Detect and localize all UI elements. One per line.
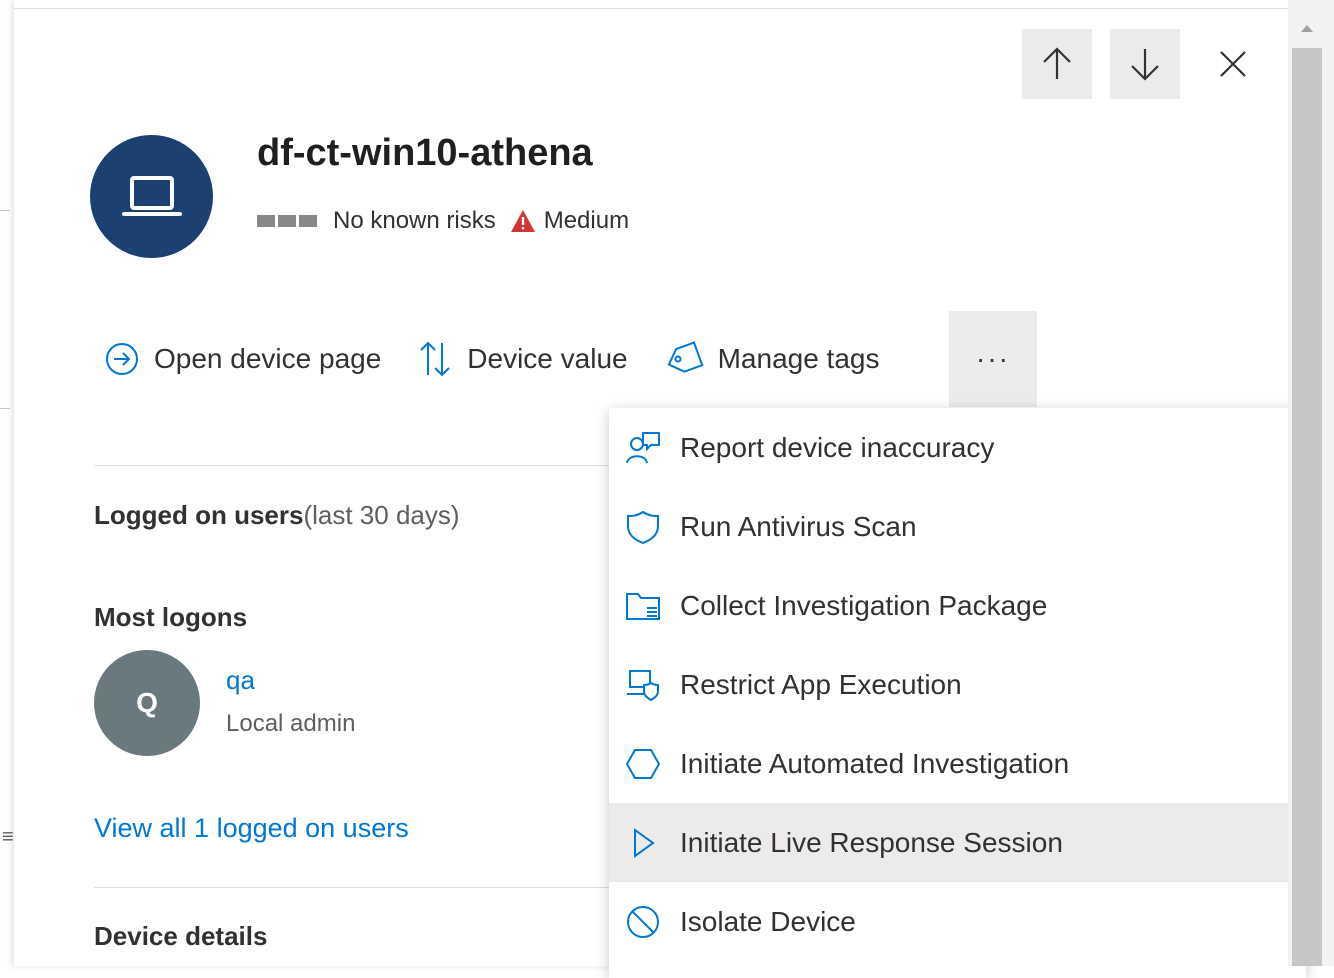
menu-item-label: Initiate Live Response Session xyxy=(680,826,1063,858)
menu-item-run-antivirus-scan[interactable]: Run Antivirus Scan xyxy=(609,487,1306,566)
warning-triangle-icon xyxy=(510,209,536,233)
laptop-icon xyxy=(121,175,182,216)
risk-text: No known risks xyxy=(333,207,496,234)
view-all-logged-on-users-link[interactable]: View all 1 logged on users xyxy=(94,813,409,844)
menu-item-initiate-live-response-session[interactable]: Initiate Live Response Session xyxy=(609,803,1306,882)
manage-tags-button[interactable]: Manage tags xyxy=(664,341,880,377)
device-name-title: df-ct-win10-athena xyxy=(257,132,593,174)
open-device-page-button[interactable]: Open device page xyxy=(104,341,381,377)
close-icon xyxy=(1220,51,1246,77)
arrow-up-icon xyxy=(1043,47,1071,79)
device-value-label: Device value xyxy=(467,343,628,374)
menu-item-label: Isolate Device xyxy=(680,905,856,937)
menu-item-initiate-automated-investigation[interactable]: Initiate Automated Investigation xyxy=(609,724,1306,803)
user-role: Local admin xyxy=(226,710,356,737)
open-device-page-label: Open device page xyxy=(154,343,382,374)
device-avatar xyxy=(90,135,213,258)
sort-arrows-icon xyxy=(420,341,450,377)
menu-item-label: Report device inaccuracy xyxy=(680,431,995,463)
folder-list-icon xyxy=(625,588,661,624)
menu-item-label: Run Antivirus Scan xyxy=(680,510,917,542)
user-name-link[interactable]: qa xyxy=(226,665,255,696)
arrow-circle-right-icon xyxy=(106,343,138,375)
vertical-scrollbar[interactable] xyxy=(1288,0,1334,966)
close-button[interactable] xyxy=(1198,29,1268,99)
section-divider xyxy=(94,465,609,466)
menu-item-label: Restrict App Execution xyxy=(680,668,962,700)
exposure-level-bars xyxy=(257,215,317,227)
menu-item-label: Collect Investigation Package xyxy=(680,589,1048,621)
hexagon-icon xyxy=(625,746,661,782)
more-actions-button[interactable]: ··· xyxy=(949,311,1037,407)
previous-item-button[interactable] xyxy=(1022,29,1092,99)
risk-row: No known risks Medium xyxy=(257,205,629,237)
scroll-up-arrow-icon[interactable] xyxy=(1299,22,1315,34)
next-item-button[interactable] xyxy=(1110,29,1180,99)
background-page-edge: ≡ xyxy=(0,0,14,966)
device-details-title: Device details xyxy=(94,921,268,951)
menu-item-isolate-device[interactable]: Isolate Device xyxy=(609,882,1306,961)
manage-tags-label: Manage tags xyxy=(717,343,880,374)
action-bar: Open device page Device value Manage tag… xyxy=(104,311,879,407)
scrollbar-thumb[interactable] xyxy=(1292,48,1322,966)
menu-item-report-device-inaccuracy[interactable]: Report device inaccuracy xyxy=(609,408,1306,487)
most-logons-title: Most logons xyxy=(94,602,248,632)
device-shield-icon xyxy=(625,667,661,703)
more-actions-menu: Report device inaccuracy Run Antivirus S… xyxy=(609,408,1306,978)
tag-icon xyxy=(667,341,704,373)
panel-top-border xyxy=(14,8,1288,9)
more-icon: ··· xyxy=(976,343,1010,374)
device-value-button[interactable]: Device value xyxy=(417,339,628,379)
user-avatar: Q xyxy=(94,650,200,756)
menu-item-label: Initiate Automated Investigation xyxy=(680,747,1070,779)
person-feedback-icon xyxy=(625,430,661,466)
menu-item-restrict-app-execution[interactable]: Restrict App Execution xyxy=(609,645,1306,724)
arrow-down-icon xyxy=(1131,49,1159,81)
block-icon xyxy=(625,904,661,940)
logged-on-users-title: Logged on users(last 30 days) xyxy=(94,500,460,530)
section-divider xyxy=(94,887,609,888)
severity-label: Medium xyxy=(543,207,630,234)
play-icon xyxy=(625,825,661,861)
menu-item-collect-investigation-package[interactable]: Collect Investigation Package xyxy=(609,566,1306,645)
shield-icon xyxy=(625,509,661,545)
